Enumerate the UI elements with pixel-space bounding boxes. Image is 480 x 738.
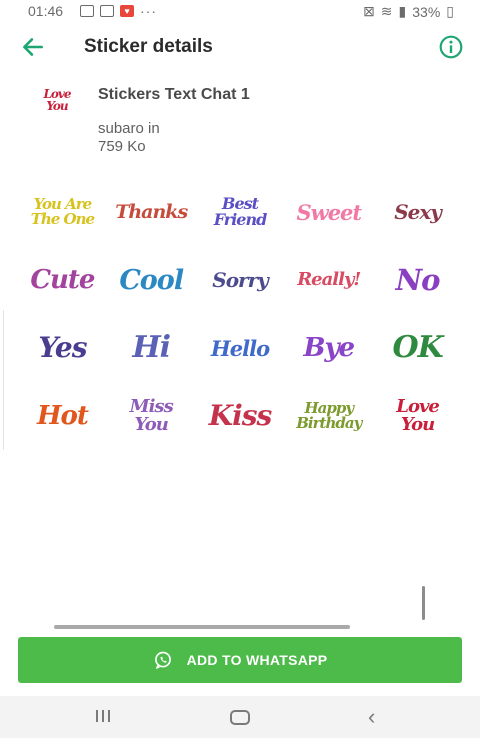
sticker-item[interactable]: OK bbox=[373, 314, 462, 382]
wifi-icon: ≋ bbox=[380, 3, 393, 19]
sticker-label: Best Friend bbox=[213, 194, 268, 229]
sticker-item[interactable]: Sexy bbox=[373, 178, 462, 246]
sticker-item[interactable]: Kiss bbox=[196, 382, 285, 450]
sticker-item[interactable]: You Are The One bbox=[18, 178, 107, 246]
sticker-item[interactable]: Sweet bbox=[284, 178, 373, 246]
notification-icons: ♥ ··· bbox=[80, 3, 157, 19]
info-icon bbox=[439, 35, 463, 59]
sticker-label: Hot bbox=[36, 401, 89, 431]
sticker-label: OK bbox=[392, 330, 443, 365]
heart-icon: ♥ bbox=[120, 5, 134, 17]
sticker-label: Cute bbox=[30, 265, 95, 295]
sticker-item[interactable]: Cool bbox=[107, 246, 196, 314]
app-bar: Sticker details bbox=[0, 24, 480, 70]
sticker-item[interactable]: Hot bbox=[18, 382, 107, 450]
home-icon[interactable] bbox=[230, 710, 250, 725]
status-time: 01:46 bbox=[28, 3, 64, 19]
sticker-item[interactable]: Thanks bbox=[107, 178, 196, 246]
sticker-item[interactable]: Love You bbox=[373, 382, 462, 450]
sticker-label: Sexy bbox=[394, 200, 442, 224]
sticker-item[interactable]: Cute bbox=[18, 246, 107, 314]
sticker-label: No bbox=[395, 262, 441, 297]
sticker-label: Hello bbox=[210, 335, 270, 361]
sticker-label: Yes bbox=[38, 331, 87, 364]
sticker-item[interactable]: Yes bbox=[18, 314, 107, 382]
sticker-label: Sweet bbox=[296, 199, 362, 225]
sticker-label: Cool bbox=[119, 264, 184, 296]
sticker-label: Bye bbox=[303, 333, 355, 363]
signal-icon: ▮ bbox=[398, 3, 407, 19]
sticker-label: Happy Birthday bbox=[296, 399, 362, 432]
status-bar: 01:46 ♥ ··· ⊠ ≋ ▮ 33% ▯ bbox=[0, 0, 480, 24]
battery-percent: 33% bbox=[412, 3, 441, 20]
mute-icon: ⊠ bbox=[363, 3, 375, 19]
sticker-label: Sorry bbox=[212, 268, 268, 292]
page-title: Sticker details bbox=[84, 36, 213, 57]
more-notifications-icon: ··· bbox=[140, 3, 157, 19]
arrow-left-icon bbox=[23, 38, 43, 56]
sticker-item[interactable]: Miss You bbox=[107, 382, 196, 450]
sticker-item[interactable]: Best Friend bbox=[196, 178, 285, 246]
recents-icon[interactable] bbox=[96, 710, 110, 722]
left-edge-handle bbox=[0, 310, 4, 450]
battery-icon: ▯ bbox=[446, 3, 454, 19]
pack-name: Stickers Text Chat 1 bbox=[98, 86, 250, 103]
sticker-item[interactable]: Happy Birthday bbox=[284, 382, 373, 450]
sticker-label: Miss You bbox=[129, 396, 174, 435]
sticker-item[interactable]: No bbox=[373, 246, 462, 314]
sticker-label: Love You bbox=[396, 396, 440, 435]
sticker-label: Hi bbox=[132, 330, 171, 365]
add-to-whatsapp-label: ADD TO WHATSAPP bbox=[186, 652, 328, 668]
sticker-item[interactable]: Hi bbox=[107, 314, 196, 382]
pack-author: subaro in bbox=[98, 120, 160, 137]
gallery-icon bbox=[80, 5, 94, 17]
back-chevron-icon[interactable]: ‹ bbox=[368, 706, 375, 728]
back-button[interactable] bbox=[20, 34, 46, 60]
sticker-item[interactable]: Bye bbox=[284, 314, 373, 382]
add-to-whatsapp-button[interactable]: ADD TO WHATSAPP bbox=[18, 637, 462, 683]
youtube-icon bbox=[100, 5, 114, 17]
sticker-label: Thanks bbox=[115, 200, 188, 223]
sticker-label: Really! bbox=[297, 269, 361, 290]
sticker-item[interactable]: Sorry bbox=[196, 246, 285, 314]
pack-header: Love You Stickers Text Chat 1 subaro in … bbox=[0, 80, 480, 170]
vertical-scrollbar[interactable] bbox=[422, 586, 425, 620]
pack-thumbnail-text: Love You bbox=[43, 87, 71, 113]
sticker-item[interactable]: Hello bbox=[196, 314, 285, 382]
pack-size: 759 Ko bbox=[98, 138, 146, 155]
whatsapp-icon bbox=[154, 651, 171, 669]
sticker-item[interactable]: Really! bbox=[284, 246, 373, 314]
system-nav-bar: ‹ bbox=[0, 696, 480, 738]
sticker-label: You Are The One bbox=[30, 195, 95, 228]
info-button[interactable] bbox=[438, 34, 464, 60]
sticker-grid: You Are The One Thanks Best Friend Sweet… bbox=[18, 178, 462, 450]
horizontal-scrollbar[interactable] bbox=[54, 625, 350, 629]
pack-thumbnail: Love You bbox=[34, 82, 80, 118]
status-right: ⊠ ≋ ▮ 33% ▯ bbox=[363, 3, 454, 20]
sticker-label: Kiss bbox=[208, 399, 272, 432]
